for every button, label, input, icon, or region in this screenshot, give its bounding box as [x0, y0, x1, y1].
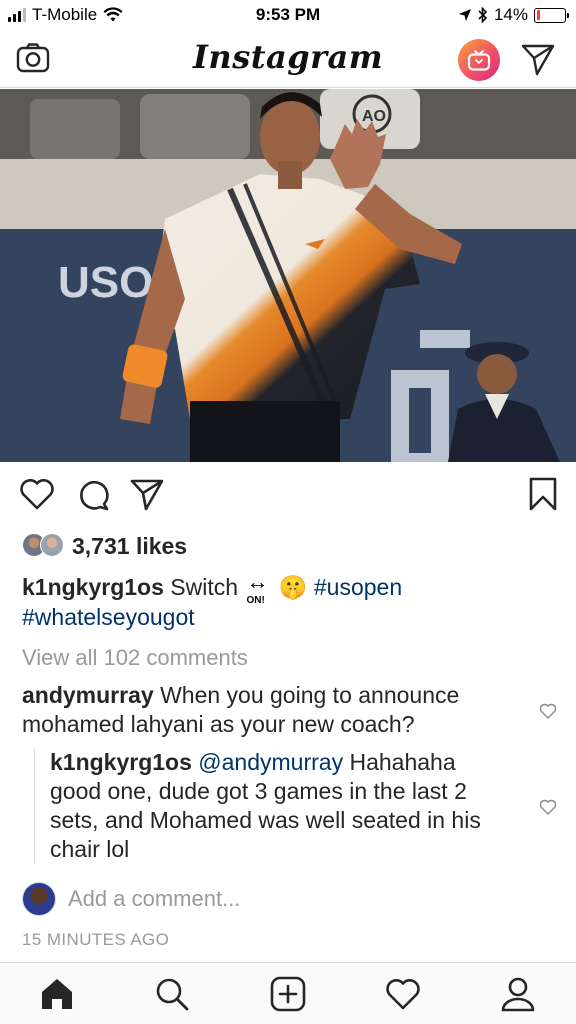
- like-heart-icon[interactable]: [18, 475, 56, 513]
- hashtag-whatelseyougot[interactable]: #whatelseyougot: [22, 604, 195, 630]
- view-all-comments-link[interactable]: View all 102 comments: [22, 643, 522, 672]
- igtv-icon[interactable]: [458, 39, 500, 81]
- direct-message-icon[interactable]: [520, 41, 556, 77]
- location-arrow-icon: [458, 9, 471, 21]
- on-arrow-emoji: ↔ ON!: [244, 569, 272, 606]
- comment-username[interactable]: andymurray: [22, 682, 154, 708]
- bluetooth-icon: [478, 7, 488, 23]
- photo-badge-text: AO: [362, 108, 386, 125]
- post-actions: [0, 475, 576, 515]
- app-header: Instagram: [0, 30, 576, 88]
- comment: andymurray When you going to announce mo…: [22, 681, 522, 739]
- bottom-nav: [0, 962, 576, 1024]
- battery-percent: 14%: [493, 5, 528, 24]
- caption-username[interactable]: k1ngkyrg1os: [22, 574, 164, 600]
- profile-icon[interactable]: [499, 975, 537, 1013]
- on-arrow-label: ON!: [246, 595, 265, 606]
- add-comment-row: [22, 882, 468, 916]
- tennis-player-photo: AO USOPE: [0, 89, 576, 462]
- battery-level: [536, 10, 541, 20]
- battery-icon: [534, 7, 569, 23]
- reply-username[interactable]: k1ngkyrg1os: [50, 749, 192, 775]
- caption-text: Switch: [170, 574, 239, 600]
- post-timestamp: 15 MINUTES AGO: [22, 930, 170, 949]
- reply-like-heart-icon[interactable]: [539, 798, 557, 816]
- bookmark-icon[interactable]: [524, 475, 562, 513]
- comment-bubble-icon[interactable]: [74, 475, 112, 513]
- likes-count[interactable]: 3,731 likes: [72, 533, 187, 560]
- search-icon[interactable]: [153, 975, 191, 1013]
- reply-mention[interactable]: @andymurray: [198, 749, 343, 775]
- new-post-icon[interactable]: [269, 975, 307, 1013]
- tv-glyph-icon: [467, 50, 491, 71]
- home-icon[interactable]: [38, 975, 76, 1013]
- shushing-face-emoji: 🤫: [278, 575, 308, 601]
- hashtag-usopen[interactable]: #usopen: [314, 574, 402, 600]
- share-send-icon[interactable]: [128, 475, 166, 513]
- liker-avatar: [40, 533, 64, 557]
- post-photo[interactable]: AO USOPE: [0, 89, 576, 462]
- comment-reply: k1ngkyrg1os @andymurray Hahahaha good on…: [34, 748, 504, 864]
- likes-row[interactable]: 3,731 likes: [22, 528, 187, 564]
- comment-like-heart-icon[interactable]: [539, 702, 557, 720]
- status-bar: T-Mobile 9:53 PM 14%: [0, 0, 576, 30]
- add-comment-input[interactable]: [68, 886, 468, 912]
- liker-avatars: [22, 533, 68, 559]
- status-right: 14%: [458, 5, 569, 25]
- post-caption: k1ngkyrg1os Switch ↔ ON! 🤫 #usopen #what…: [22, 569, 522, 632]
- my-avatar: [22, 882, 56, 916]
- activity-icon[interactable]: [384, 975, 422, 1013]
